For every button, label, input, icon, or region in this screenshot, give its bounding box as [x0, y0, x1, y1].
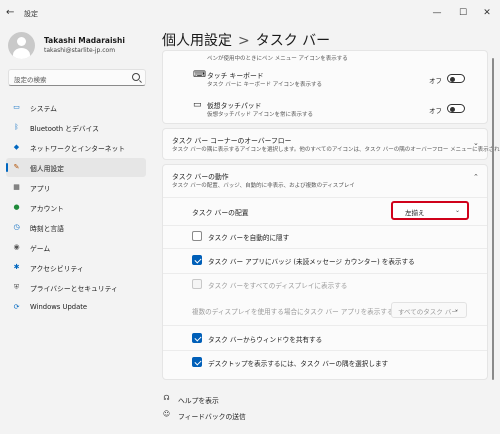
bluetooth-icon: ᛒ — [14, 123, 19, 131]
back-arrow-icon[interactable]: ← — [6, 7, 18, 19]
search-icon[interactable] — [132, 73, 140, 81]
behaviors-title: タスク バーの動作 — [172, 173, 229, 181]
breadcrumb: 個人用設定 > タスク バー — [162, 30, 330, 50]
touchpad-icon: ▭ — [193, 100, 202, 110]
multi-display-label: 複数のディスプレイを使用する場合にタスク バー アプリを表示する場所 — [192, 308, 407, 316]
sidebar-item-label: プライバシーとセキュリティ — [30, 285, 118, 293]
avatar[interactable] — [8, 32, 35, 59]
scrollbar[interactable] — [492, 58, 494, 380]
divider — [163, 248, 487, 249]
virtual-touchpad-subtitle: 仮想タッチパッド アイコンを常に表示する — [207, 112, 313, 118]
share-window-checkbox[interactable] — [192, 333, 202, 343]
multi-display-value: すべてのタスク バー — [398, 308, 458, 316]
divider — [163, 273, 487, 274]
pen-menu-subtitle: ペンが使用中のときにペン メニュー アイコンを表示する — [207, 56, 348, 62]
sidebar-item-label: ネットワークとインターネット — [30, 145, 126, 153]
sidebar-item-label: アクセシビリティ — [30, 265, 84, 273]
active-indicator — [6, 163, 8, 172]
all-displays-label: タスク バーをすべてのディスプレイに表示する — [208, 282, 348, 290]
keyboard-icon: ⌨ — [193, 70, 206, 80]
sidebar-item-controller[interactable]: ◉ ゲーム — [6, 238, 146, 257]
account-icon: ● — [13, 203, 20, 211]
sidebar-item-shield[interactable]: ⛨ プライバシーとセキュリティ — [6, 278, 146, 297]
all-displays-checkbox[interactable] — [192, 279, 202, 289]
desktop-corner-checkbox[interactable] — [192, 357, 202, 367]
chevron-down-icon: ⌄ — [454, 207, 460, 214]
share-window-label: タスク バーからウィンドウを共有する — [208, 336, 323, 344]
touch-keyboard-subtitle: タスク バーに キーボード アイコンを表示する — [207, 82, 322, 88]
search-placeholder: 設定の検索 — [14, 76, 47, 84]
sidebar-item-label: 時刻と言語 — [30, 225, 64, 233]
sidebar-item-accessibility[interactable]: ✱ アクセシビリティ — [6, 258, 146, 277]
close-icon[interactable]: ✕ — [480, 6, 494, 20]
divider — [163, 197, 487, 198]
desktop-corner-label: デスクトップを表示するには、タスク バーの隅を選択します — [208, 360, 389, 368]
badges-checkbox[interactable] — [192, 255, 202, 265]
breadcrumb-parent[interactable]: 個人用設定 — [162, 33, 232, 49]
monitor-icon: ▭ — [13, 103, 20, 111]
behaviors-subtitle: タスク バーの配置、バッジ、自動的に非表示、および複数のディスプレイ — [172, 183, 355, 189]
divider — [163, 350, 487, 351]
shield-icon: ⛨ — [13, 283, 20, 291]
virtual-touchpad-toggle[interactable] — [447, 104, 465, 113]
sidebar-item-label: ゲーム — [30, 245, 51, 253]
overflow-title: タスク バー コーナーのオーバーフロー — [172, 137, 292, 145]
network-icon: ◆ — [13, 143, 20, 151]
user-name: Takashi Madaraishi — [44, 36, 125, 45]
help-icon: ☊ — [163, 394, 170, 402]
badges-label: タスク バー アプリにバッジ (未読メッセージ カウンター) を表示する — [208, 258, 415, 266]
sidebar-item-label: 個人用設定 — [30, 165, 64, 173]
sidebar-item-label: システム — [30, 105, 57, 113]
alignment-label: タスク バーの配置 — [192, 209, 249, 217]
window-title: 設定 — [24, 10, 38, 18]
divider — [163, 325, 487, 326]
minimize-icon[interactable]: — — [430, 6, 444, 20]
taskbar-corner-icons-card: ペンが使用中のときにペン メニュー アイコンを表示する ⌨ タッチ キーボード … — [162, 50, 488, 124]
sidebar-item-bluetooth[interactable]: ᛒ Bluetooth とデバイス — [6, 118, 146, 137]
controller-icon: ◉ — [13, 243, 20, 251]
sidebar-item-label: Bluetooth とデバイス — [30, 125, 99, 133]
chevron-down-icon[interactable]: ⌄ — [473, 139, 479, 147]
sidebar-item-update[interactable]: ⟳ Windows Update — [6, 298, 146, 317]
chevron-down-icon: ⌄ — [453, 306, 459, 313]
sidebar-item-network[interactable]: ◆ ネットワークとインターネット — [6, 138, 146, 157]
sidebar-item-pen[interactable]: ✎ 個人用設定 — [6, 158, 146, 177]
feedback-icon: ☺ — [162, 410, 171, 418]
sidebar-item-label: Windows Update — [30, 303, 88, 311]
touch-keyboard-state: オフ — [429, 77, 442, 85]
chevron-up-icon[interactable]: ⌃ — [473, 173, 479, 181]
divider — [163, 225, 487, 226]
taskbar-behaviors-card: タスク バーの動作 タスク バーの配置、バッジ、自動的に非表示、および複数のディ… — [162, 164, 488, 380]
overflow-subtitle: タスク バーの隅に表示するアイコンを選択します。他のすべてのアイコンは、タスク … — [172, 147, 500, 153]
pen-icon: ✎ — [13, 163, 20, 171]
search-input[interactable]: 設定の検索 — [8, 69, 146, 86]
touch-keyboard-title: タッチ キーボード — [207, 72, 264, 80]
virtual-touchpad-title: 仮想タッチパッド — [207, 102, 262, 110]
update-icon: ⟳ — [13, 303, 20, 311]
sidebar-item-apps[interactable]: ▦ アプリ — [6, 178, 146, 197]
auto-hide-label: タスク バーを自動的に隠す — [208, 234, 290, 242]
help-link[interactable]: ヘルプを表示 — [178, 395, 219, 405]
auto-hide-checkbox[interactable] — [192, 231, 202, 241]
sidebar-item-monitor[interactable]: ▭ システム — [6, 98, 146, 117]
alignment-value: 左揃え — [405, 209, 425, 217]
sidebar-item-clock[interactable]: ◷ 時刻と言語 — [6, 218, 146, 237]
touch-keyboard-toggle[interactable] — [447, 74, 465, 83]
apps-icon: ▦ — [13, 183, 20, 191]
page-title: タスク バー — [255, 33, 331, 49]
breadcrumb-separator: > — [238, 33, 250, 49]
sidebar-item-label: アカウント — [30, 205, 64, 213]
user-email: takashi@starlite-jp.com — [44, 47, 116, 54]
accessibility-icon: ✱ — [13, 263, 20, 271]
title-bar: ← 設定 — ☐ ✕ — [0, 0, 500, 26]
maximize-icon[interactable]: ☐ — [456, 6, 470, 20]
clock-icon: ◷ — [13, 223, 20, 231]
sidebar-item-label: アプリ — [30, 185, 51, 193]
virtual-touchpad-state: オフ — [429, 107, 442, 115]
multi-display-select[interactable]: すべてのタスク バー ⌄ — [391, 302, 467, 318]
feedback-link[interactable]: フィードバックの送信 — [178, 411, 246, 421]
taskbar-overflow-card[interactable]: タスク バー コーナーのオーバーフロー タスク バーの隅に表示するアイコンを選択… — [162, 128, 500, 160]
alignment-select[interactable]: 左揃え ⌄ — [391, 201, 469, 220]
sidebar-item-account[interactable]: ● アカウント — [6, 198, 146, 217]
